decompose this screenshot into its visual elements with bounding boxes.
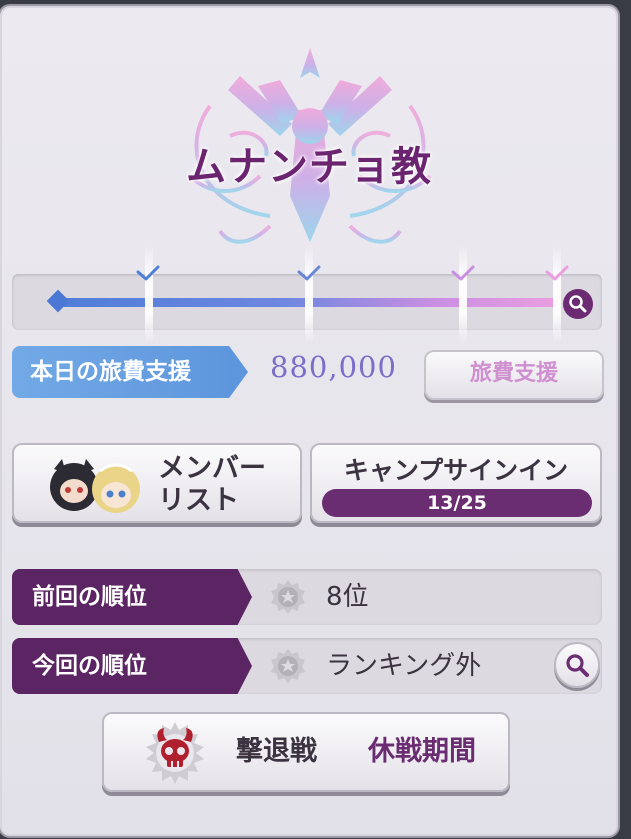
camp-signin-button[interactable]: キャンプサインイン 13/25 (310, 443, 602, 523)
previous-rank-value: 8位 (326, 582, 369, 612)
search-icon (566, 654, 589, 677)
current-rank-label: 今回の順位 (12, 638, 252, 694)
medal-icon (271, 580, 305, 614)
guild-info-panel: ムナンチョ教 本日の旅費支援 880,000 旅費支援 メンバー リスト キャン… (0, 6, 618, 836)
camp-signin-progress: 13/25 (322, 489, 592, 517)
search-icon (569, 295, 587, 313)
checkmark-icon (451, 265, 475, 281)
member-list-button[interactable]: メンバー リスト (12, 443, 302, 523)
current-rank-value: ランキング外 (326, 651, 482, 681)
medal-icon (271, 649, 305, 683)
checkpoint-beam (553, 244, 561, 344)
daily-support-label: 本日の旅費支援 (12, 346, 248, 398)
ranking-search-button[interactable] (554, 642, 600, 688)
current-rank-row: 今回の順位 ランキング外 (12, 638, 602, 694)
checkmark-icon (545, 265, 569, 281)
progress-search-button[interactable] (563, 289, 593, 319)
member-list-label-line2: リスト (158, 485, 239, 516)
previous-rank-label: 前回の順位 (12, 569, 252, 625)
guild-name: ムナンチョ教 (186, 144, 432, 190)
previous-rank-row: 前回の順位 8位 (12, 569, 602, 625)
checkmark-icon (136, 265, 160, 281)
raid-battle-status: 休戦期間 (368, 736, 476, 767)
checkpoint-beam (145, 244, 153, 344)
member-list-label: メンバー リスト (158, 453, 266, 517)
checkpoint-beam (459, 244, 467, 344)
checkpoint-beam (305, 244, 313, 344)
skull-icon (146, 722, 204, 784)
raid-battle-button[interactable]: 撃退戦 休戦期間 (102, 712, 510, 792)
daily-support-amount: 880,000 (270, 350, 397, 384)
checkmark-icon (297, 265, 321, 281)
travel-support-button[interactable]: 旅費支援 (424, 350, 604, 400)
raid-battle-label: 撃退戦 (236, 736, 317, 767)
member-avatars-icon (50, 459, 140, 513)
camp-signin-label: キャンプサインイン (343, 456, 569, 485)
daily-support-row: 本日の旅費支援 880,000 旅費支援 (12, 342, 604, 400)
member-list-label-line1: メンバー (158, 453, 266, 484)
